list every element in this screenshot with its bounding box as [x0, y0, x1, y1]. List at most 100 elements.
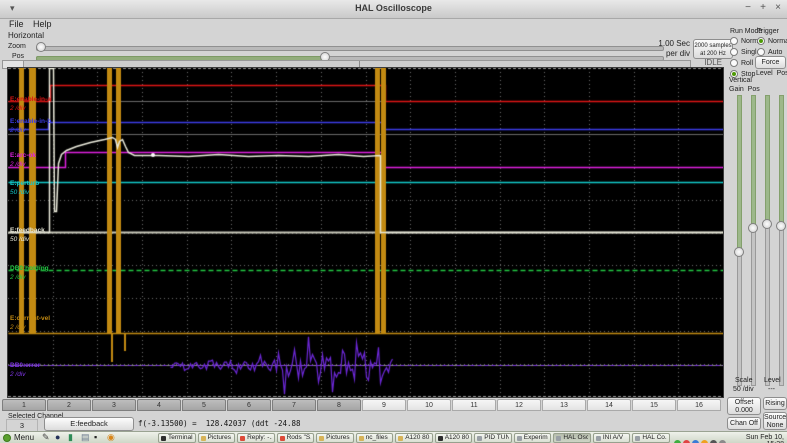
taskbar-window-experim-[interactable]: Experim...	[513, 433, 552, 443]
window-label: nc_files	[365, 434, 388, 441]
taskbar-window-pictures[interactable]: Pictures	[197, 433, 236, 443]
run-mode-roll-radio[interactable]: Roll	[730, 59, 758, 67]
clock[interactable]: Sun Feb 10, 15:28	[728, 434, 784, 443]
channel-tab-11[interactable]: 11	[452, 399, 496, 411]
vertical-pos-slider-track-lower[interactable]	[751, 228, 756, 386]
menu-help[interactable]: Help	[33, 19, 52, 29]
channel-label-db0-error: DB0:error 2 /div	[10, 361, 40, 379]
chan-off-button[interactable]: Chan Off	[727, 417, 761, 430]
level-label: Level	[764, 377, 781, 384]
window-label: Pictures	[326, 434, 350, 441]
channel-tab-9[interactable]: 9	[362, 399, 406, 411]
vertical-gain-slider-track[interactable]	[737, 95, 742, 254]
titlebar[interactable]: ▾ HAL Oscilloscope − + ×	[0, 0, 787, 19]
channel-tab-6[interactable]: 6	[227, 399, 271, 411]
vertical-gain-slider-knob[interactable]	[734, 247, 744, 257]
taskbar-window-a120-80-[interactable]: A120 80...	[434, 433, 473, 443]
channel-tab-15[interactable]: 15	[632, 399, 676, 411]
channel-name: DB0:error	[10, 362, 41, 369]
capture-scrollbar-thumb[interactable]	[3, 61, 24, 68]
source-button[interactable]: Source None	[763, 412, 787, 430]
window-icon	[200, 435, 206, 441]
radio-icon[interactable]	[730, 48, 738, 56]
taskbar-window-pictures[interactable]: Pictures	[316, 433, 354, 443]
window-icon	[516, 435, 522, 441]
channel-tab-12[interactable]: 12	[497, 399, 541, 411]
taskbar-window-a120-80-[interactable]: A120 80...	[395, 433, 433, 443]
channel-tab-5[interactable]: 5	[182, 399, 226, 411]
menu-icon[interactable]	[3, 434, 11, 442]
window-icon	[161, 435, 166, 441]
force-button[interactable]: Force	[755, 56, 786, 69]
channel-label-e-current-vel: E:current-vel 2 /div	[10, 314, 50, 332]
zoom-slider-track[interactable]	[36, 46, 664, 51]
channel-tab-3[interactable]: 3	[92, 399, 136, 411]
channel-tab-8[interactable]: 8	[317, 399, 361, 411]
trigger-pos-slider-track-lower[interactable]	[779, 226, 784, 386]
channel-tab-4[interactable]: 4	[137, 399, 181, 411]
scope-canvas[interactable]	[8, 68, 723, 397]
radio-icon[interactable]	[730, 59, 738, 67]
samples-button[interactable]: 2000 samples at 200 Hz	[693, 39, 733, 59]
radio-label: Auto	[768, 48, 783, 56]
channel-tab-2[interactable]: 2	[47, 399, 91, 411]
radio-icon[interactable]	[757, 48, 765, 56]
taskbar-window-reply-[interactable]: Reply: -...	[237, 433, 275, 443]
trigger-normal-radio[interactable]: Normal	[757, 37, 787, 45]
menu-button[interactable]: Menu	[14, 433, 34, 442]
channel-tab-14[interactable]: 14	[587, 399, 631, 411]
channel-name: DB0:holding	[10, 265, 49, 272]
taskbar-window-nc-files[interactable]: nc_files	[355, 433, 394, 443]
window-icon	[635, 435, 641, 441]
taskbar-window-rods-s-[interactable]: Rods "S...	[276, 433, 315, 443]
pencil-icon[interactable]: ✎	[42, 432, 50, 443]
level-value: ---	[768, 386, 775, 393]
vertical-pos-slider-track[interactable]	[751, 95, 756, 230]
window-icon	[477, 435, 483, 441]
run-mode-single-radio[interactable]: Single	[730, 48, 760, 56]
browser-icon[interactable]: ●	[55, 432, 60, 443]
channel-tab-7[interactable]: 7	[272, 399, 316, 411]
window-label: PID TUNE	[484, 434, 509, 441]
channel-tab-16[interactable]: 16	[677, 399, 721, 411]
vertical-pos-slider-knob[interactable]	[748, 223, 758, 233]
channel-tab-13[interactable]: 13	[542, 399, 586, 411]
trigger-pos-slider-knob[interactable]	[776, 221, 786, 231]
scale-value: 50 /div	[733, 386, 754, 393]
window-label: HAL Co...	[642, 434, 667, 441]
channel-tab-1[interactable]: 1	[2, 399, 46, 411]
vertical-gain-slider-track-lower[interactable]	[737, 252, 742, 386]
chrome-icon[interactable]: ◉	[107, 432, 115, 443]
run-mode-normal-radio[interactable]: Normal	[730, 37, 764, 45]
trigger-level-slider-track-lower[interactable]	[765, 224, 770, 386]
trigger-auto-radio[interactable]: Auto	[757, 48, 785, 56]
scope-display[interactable]: E:enable-in-a 2 /div E:enable-in-b 2 /div E:…	[7, 67, 724, 398]
trigger-level-slider-knob[interactable]	[762, 219, 772, 229]
trigger-level-slider-track[interactable]	[765, 95, 770, 226]
window-icon	[358, 435, 364, 441]
channel-label-e-arc-ok: E:arc-ok 2 /div	[10, 151, 36, 169]
selected-channel-button[interactable]: E:feedback	[44, 417, 134, 431]
trigger-pos-slider-track[interactable]	[779, 95, 784, 228]
taskbar-window-hal-co-[interactable]: HAL Co...	[632, 433, 670, 443]
menu-file[interactable]: File	[9, 19, 24, 29]
window-label: Reply: -...	[247, 434, 272, 441]
close-button[interactable]: ×	[771, 2, 785, 13]
channel-scale: 2 /div	[10, 371, 26, 378]
taskbar-window-terminal[interactable]: Terminal	[158, 433, 196, 443]
channel-scale: 2 /div	[10, 324, 26, 331]
screenshot-icon[interactable]: ▪	[94, 432, 97, 443]
terminal-launcher-icon[interactable]: ▮	[68, 432, 73, 443]
radio-icon[interactable]	[730, 37, 738, 45]
channel-tab-10[interactable]: 10	[407, 399, 451, 411]
taskbar-window-pid-tune[interactable]: PID TUNE	[474, 433, 512, 443]
minimize-button[interactable]: −	[741, 2, 755, 13]
radio-icon[interactable]	[757, 37, 765, 45]
taskbar-window-ini-a-v[interactable]: INI A/V	[592, 433, 631, 443]
file-manager-icon[interactable]: ▤	[81, 432, 90, 443]
zoom-slider-knob[interactable]	[36, 42, 46, 52]
channel-name: E:current-vel	[10, 315, 51, 322]
window-label: Pictures	[207, 434, 232, 441]
taskbar-window-hal-osc-[interactable]: HAL Osc...	[553, 433, 591, 443]
maximize-button[interactable]: +	[756, 2, 770, 13]
